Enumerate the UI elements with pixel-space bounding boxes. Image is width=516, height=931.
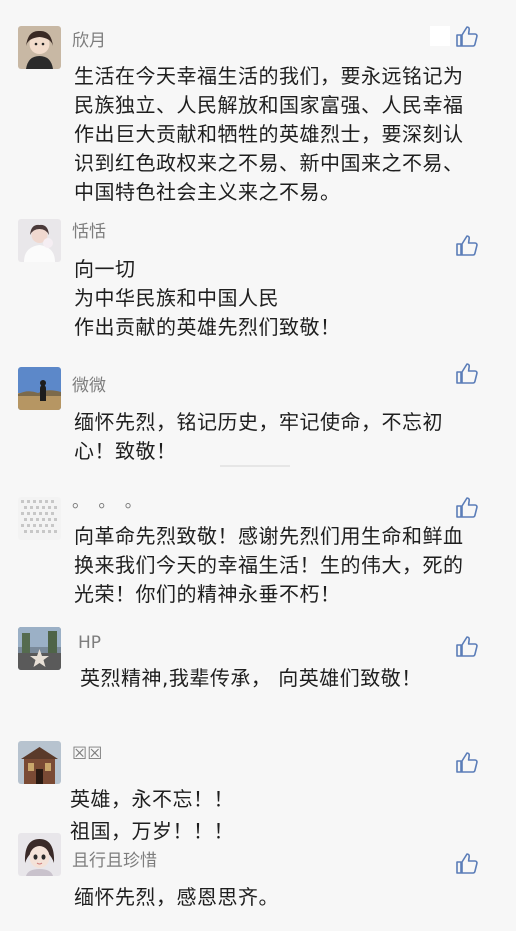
comment-text: 向革命先烈致敬！感谢先烈们用生命和鲜血 换来我们今天的幸福生活！生的伟大，死的 …	[74, 524, 464, 606]
thumbs-up-icon[interactable]	[454, 634, 480, 660]
comment-text: 缅怀先烈，感恩思齐。	[74, 885, 279, 909]
thumbs-up-icon[interactable]	[454, 495, 480, 521]
comment-author[interactable]: 且行且珍惜	[72, 851, 157, 871]
comment-author[interactable]: ☒☒	[72, 744, 102, 764]
comment-text: 缅怀先烈，铭记历史，牢记使命，不忘初 心！致敬！	[74, 410, 443, 463]
bride-avatar-icon[interactable]	[18, 219, 61, 262]
white-patch	[430, 26, 450, 46]
star-avatar-icon[interactable]	[18, 627, 61, 670]
pattern-avatar-icon[interactable]	[18, 497, 61, 540]
comment-text: 英雄，永不忘！！ 祖国，万岁！！！	[70, 787, 234, 843]
comment-text: 英烈精神,我辈传承， 向英雄们致敬！	[80, 666, 422, 690]
thumbs-up-icon[interactable]	[454, 750, 480, 776]
thumbs-up-icon[interactable]	[454, 24, 480, 50]
comment-author[interactable]: 欣月	[72, 31, 106, 51]
comment-author[interactable]: 微微	[72, 376, 106, 396]
thumbs-up-icon[interactable]	[454, 361, 480, 387]
comment-author[interactable]: HP	[78, 633, 101, 653]
thumbs-up-icon[interactable]	[454, 851, 480, 877]
girl-avatar-icon[interactable]	[18, 26, 61, 69]
comment-author[interactable]: 恬恬	[72, 222, 106, 242]
cartoon-girl-avatar-icon[interactable]	[18, 833, 61, 876]
building-avatar-icon[interactable]	[18, 741, 61, 784]
comment-author[interactable]: 。 。 。	[72, 492, 144, 512]
comment-text: 生活在今天幸福生活的我们，要永远铭记为 民族独立、人民解放和国家富强、人民幸福 …	[74, 64, 464, 204]
comment-text: 向一切 为中华民族和中国人民 作出贡献的英雄先烈们致敬！	[74, 257, 341, 339]
landscape-avatar-icon[interactable]	[18, 367, 61, 410]
